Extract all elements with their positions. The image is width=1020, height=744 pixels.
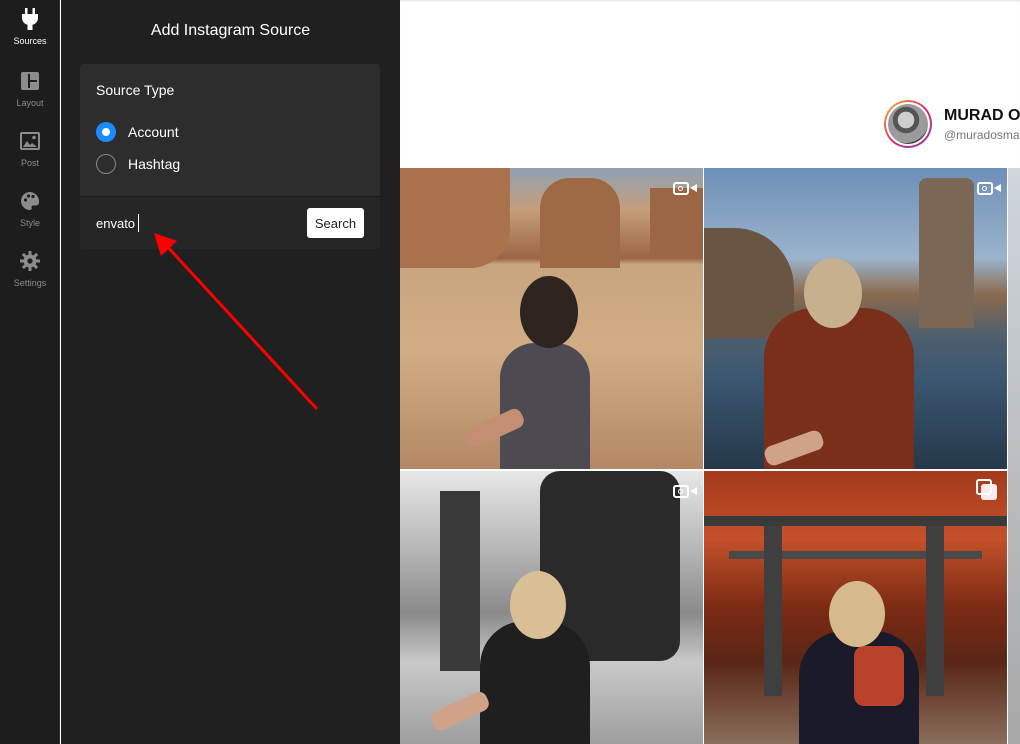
avatar-photo	[888, 104, 928, 144]
radio-label: Account	[128, 124, 179, 140]
rail-item-label: Layout	[16, 98, 44, 108]
rail-item-layout[interactable]: Layout	[0, 62, 60, 120]
search-row: Search	[80, 197, 380, 249]
source-type-label: Source Type	[96, 82, 175, 98]
text-caret	[138, 214, 139, 232]
profile-header[interactable]: MURAD O @muradosma	[884, 100, 1020, 148]
rail-item-post[interactable]: Post	[0, 122, 60, 180]
radio-label: Hashtag	[128, 156, 181, 172]
image-icon	[19, 130, 41, 152]
feed-tile-partial[interactable]	[1008, 168, 1020, 744]
palette-icon	[19, 190, 41, 212]
rail-item-label: Style	[19, 218, 40, 228]
icon-rail: Sources Layout Post Style Settings	[0, 0, 60, 744]
profile-handle: @muradosma	[944, 127, 1020, 142]
source-panel: Add Instagram Source Source Type Account…	[61, 0, 400, 744]
search-button[interactable]: Search	[307, 208, 364, 238]
rail-item-label: Post	[20, 158, 39, 168]
rail-item-sources[interactable]: Sources	[0, 0, 60, 58]
rail-item-style[interactable]: Style	[0, 182, 60, 240]
source-card: Source Type Account Hashtag Search	[80, 64, 380, 249]
radio-unchecked-icon	[96, 154, 116, 174]
layout-icon	[19, 70, 41, 92]
panel-title: Add Instagram Source	[150, 22, 311, 39]
rail-item-settings[interactable]: Settings	[0, 242, 60, 300]
avatar[interactable]	[884, 100, 932, 148]
feed-preview: MURAD O @muradosma	[400, 0, 1020, 744]
video-icon	[673, 483, 697, 499]
radio-checked-icon	[96, 122, 116, 142]
profile-name: MURAD O	[944, 106, 1020, 124]
rail-item-label: Sources	[13, 36, 47, 46]
search-input[interactable]	[96, 213, 296, 233]
video-icon	[977, 180, 1001, 196]
plug-icon	[19, 8, 41, 30]
radio-hashtag[interactable]: Hashtag	[96, 154, 180, 174]
radio-account[interactable]: Account	[96, 122, 179, 142]
carousel-icon	[976, 479, 998, 501]
video-icon	[673, 180, 697, 196]
feed-tile[interactable]	[400, 471, 703, 744]
feed-tile[interactable]	[704, 168, 1007, 469]
feed-tile[interactable]	[400, 168, 703, 469]
rail-item-label: Settings	[13, 278, 47, 288]
feed-tile[interactable]	[704, 471, 1007, 744]
gear-icon	[19, 250, 41, 272]
